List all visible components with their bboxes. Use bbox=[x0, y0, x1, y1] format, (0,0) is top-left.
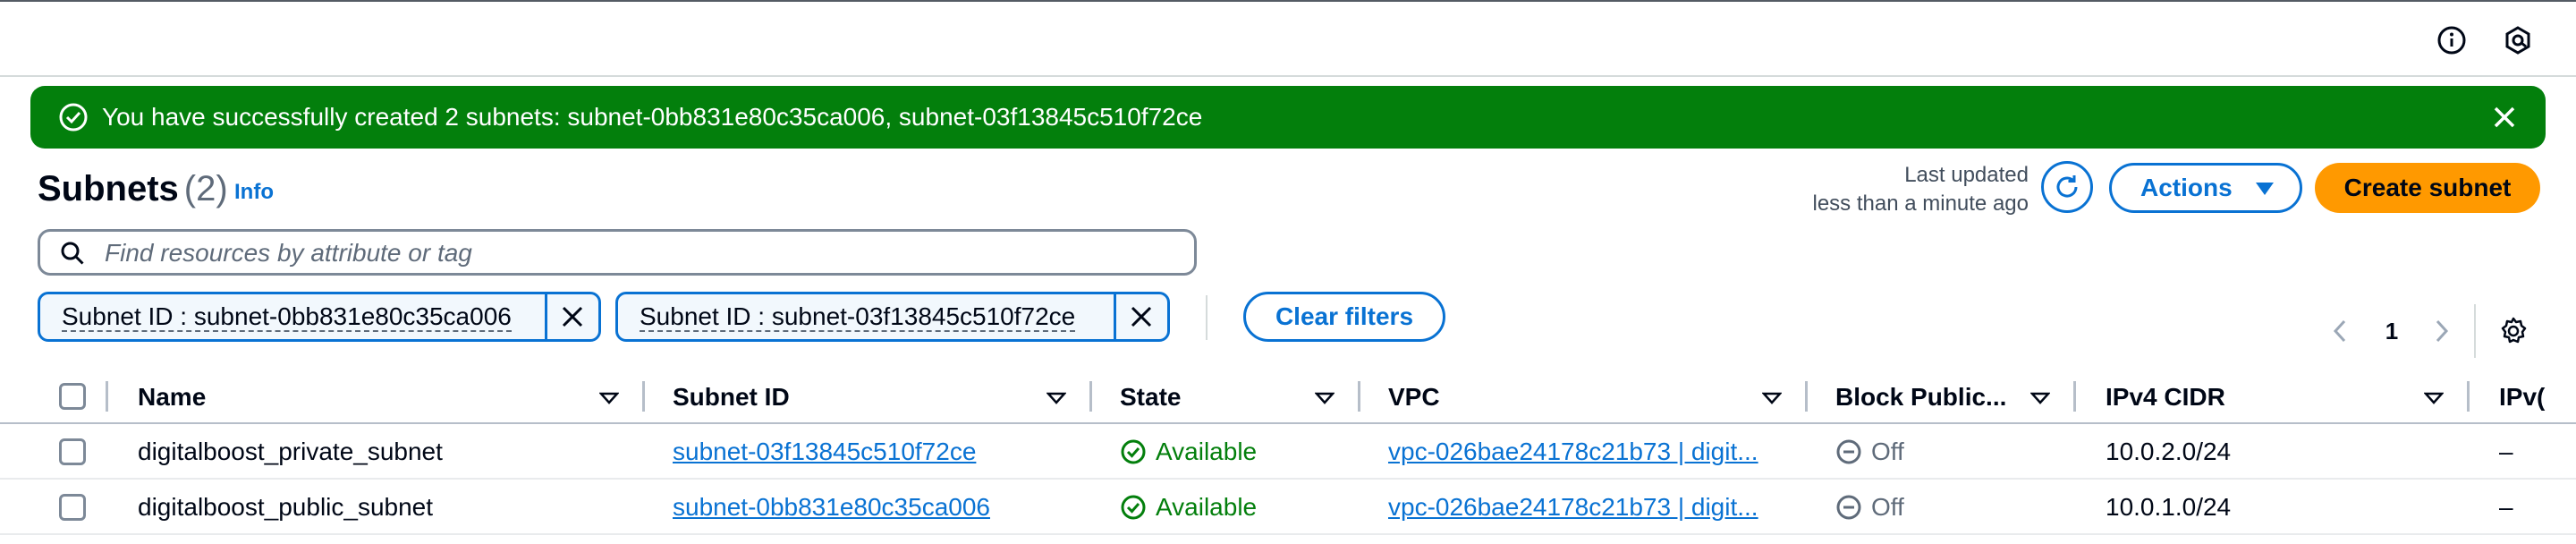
page-title-text: Subnets bbox=[38, 169, 179, 208]
vpc-link[interactable]: vpc-026bae24178c21b73 | digit... bbox=[1388, 492, 1758, 523]
sort-caret-icon[interactable] bbox=[1046, 392, 1066, 404]
filter-token: Subnet ID : subnet-03f13845c510f72ce bbox=[615, 292, 1170, 342]
subnet-name: digitalboost_public_subnet bbox=[138, 493, 434, 521]
caret-down-icon bbox=[2256, 183, 2274, 195]
state-label: Available bbox=[1156, 493, 1258, 521]
remove-filter-button[interactable] bbox=[547, 294, 598, 339]
last-updated-label: Last updated bbox=[1904, 163, 2029, 187]
table-row[interactable]: digitalboost_private_subnet subnet-03f13… bbox=[0, 424, 2576, 480]
ipv4-cidr: 10.0.2.0/24 bbox=[2106, 438, 2232, 465]
close-icon bbox=[1131, 306, 1152, 327]
column-separator[interactable] bbox=[1089, 381, 1092, 412]
column-header-state[interactable]: State bbox=[1120, 383, 1181, 412]
sort-caret-icon[interactable] bbox=[599, 392, 619, 404]
filter-token: Subnet ID : subnet-0bb831e80c35ca006 bbox=[38, 292, 601, 342]
clear-filters-button[interactable]: Clear filters bbox=[1243, 292, 1445, 342]
refresh-icon bbox=[2056, 175, 2078, 198]
filter-divider bbox=[1206, 295, 1208, 340]
cloudshell-hexagon-icon[interactable] bbox=[2501, 23, 2535, 57]
next-page-button[interactable] bbox=[2429, 315, 2454, 347]
previous-page-button[interactable] bbox=[2327, 315, 2352, 347]
column-separator[interactable] bbox=[1805, 381, 1808, 412]
column-header-name[interactable]: Name bbox=[138, 383, 206, 412]
status-off-icon bbox=[1836, 495, 1861, 520]
vpc-link[interactable]: vpc-026bae24178c21b73 | digit... bbox=[1388, 437, 1758, 467]
row-checkbox[interactable] bbox=[59, 438, 86, 465]
subnet-id-link[interactable]: subnet-03f13845c510f72ce bbox=[673, 437, 976, 467]
success-check-icon bbox=[1121, 439, 1146, 464]
actions-dropdown-button[interactable]: Actions bbox=[2109, 163, 2302, 213]
block-public-status: Off bbox=[1835, 492, 1904, 523]
column-header-subnet-id[interactable]: Subnet ID bbox=[673, 383, 790, 412]
ipv4-cidr: 10.0.1.0/24 bbox=[2106, 493, 2232, 521]
top-bar bbox=[0, 0, 2576, 77]
sort-caret-icon[interactable] bbox=[2424, 392, 2444, 404]
pager-divider bbox=[2474, 304, 2476, 358]
remove-filter-button[interactable] bbox=[1116, 294, 1167, 339]
row-checkbox[interactable] bbox=[59, 494, 86, 521]
search-input[interactable] bbox=[105, 237, 1178, 269]
search-bar[interactable] bbox=[38, 229, 1197, 276]
search-icon bbox=[61, 242, 84, 265]
chevron-right-icon bbox=[2436, 319, 2449, 343]
table-header: Name Subnet ID State VPC Block Public...… bbox=[0, 369, 2576, 424]
column-separator bbox=[106, 381, 108, 412]
column-header-ipv4-cidr[interactable]: IPv4 CIDR bbox=[2106, 383, 2225, 412]
state-status: Available bbox=[1120, 437, 1257, 467]
success-flash-banner: You have successfully created 2 subnets:… bbox=[30, 86, 2546, 149]
filter-token-label[interactable]: Subnet ID : subnet-03f13845c510f72ce bbox=[618, 294, 1116, 339]
table-preferences-button[interactable] bbox=[2496, 315, 2531, 347]
state-status: Available bbox=[1120, 492, 1257, 523]
subnet-name: digitalboost_private_subnet bbox=[138, 438, 443, 465]
column-separator[interactable] bbox=[642, 381, 645, 412]
flash-message: You have successfully created 2 subnets:… bbox=[102, 103, 1203, 131]
status-off-icon bbox=[1836, 439, 1861, 464]
last-updated: Last updated less than a minute ago bbox=[1813, 161, 2029, 218]
column-separator[interactable] bbox=[2073, 381, 2076, 412]
chevron-left-icon bbox=[2333, 319, 2346, 343]
close-icon[interactable] bbox=[2488, 101, 2521, 133]
gear-icon bbox=[2501, 317, 2527, 344]
info-circle-icon[interactable] bbox=[2435, 23, 2469, 57]
sort-caret-icon[interactable] bbox=[1315, 392, 1335, 404]
success-check-icon bbox=[1121, 495, 1146, 520]
close-icon bbox=[563, 306, 583, 327]
column-separator[interactable] bbox=[1358, 381, 1360, 412]
block-public-label: Off bbox=[1871, 438, 1904, 465]
subnet-id-link[interactable]: subnet-0bb831e80c35ca006 bbox=[673, 492, 990, 523]
filter-token-label[interactable]: Subnet ID : subnet-0bb831e80c35ca006 bbox=[40, 294, 547, 339]
current-page[interactable]: 1 bbox=[2377, 315, 2406, 347]
block-public-status: Off bbox=[1835, 437, 1904, 467]
sort-caret-icon[interactable] bbox=[2030, 392, 2050, 404]
actions-label: Actions bbox=[2140, 174, 2233, 201]
column-header-vpc[interactable]: VPC bbox=[1388, 383, 1440, 412]
info-link[interactable]: Info bbox=[234, 180, 274, 205]
column-header-ipv6[interactable]: IPv( bbox=[2499, 383, 2576, 412]
table-row[interactable]: digitalboost_public_subnet subnet-0bb831… bbox=[0, 480, 2576, 535]
create-subnet-button[interactable]: Create subnet bbox=[2315, 163, 2540, 213]
block-public-label: Off bbox=[1871, 493, 1904, 521]
success-check-icon bbox=[57, 101, 89, 133]
state-label: Available bbox=[1156, 438, 1258, 465]
ipv6-cidr: – bbox=[2499, 438, 2513, 465]
column-header-block-public[interactable]: Block Public... bbox=[1835, 383, 2006, 412]
refresh-button[interactable] bbox=[2041, 161, 2093, 213]
sort-caret-icon[interactable] bbox=[1762, 392, 1782, 404]
subnet-count: (2) bbox=[183, 169, 228, 208]
column-separator[interactable] bbox=[2467, 381, 2470, 412]
select-all-checkbox[interactable] bbox=[59, 383, 86, 410]
page-title: Subnets (2) bbox=[38, 168, 228, 209]
last-updated-value: less than a minute ago bbox=[1812, 191, 2029, 216]
ipv6-cidr: – bbox=[2499, 493, 2513, 521]
